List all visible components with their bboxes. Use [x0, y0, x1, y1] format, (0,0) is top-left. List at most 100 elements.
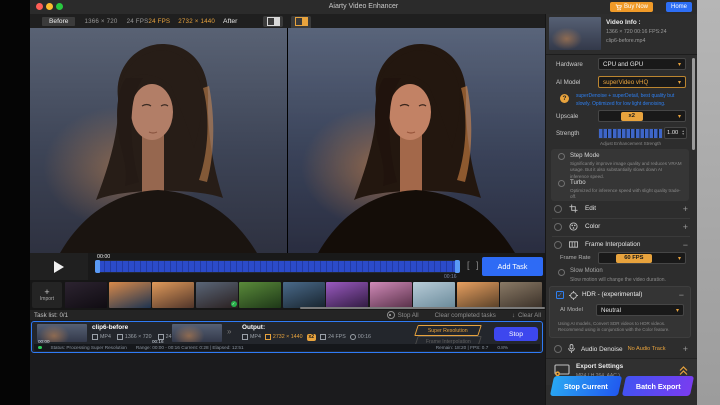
ai-model-select[interactable]: superVideo vHQ ▾ — [598, 76, 686, 88]
hardware-select[interactable]: CPU and GPU ▾ — [598, 58, 686, 70]
import-thumbnail-city-dusk[interactable] — [65, 282, 107, 308]
mark-in-bracket-icon[interactable]: [ — [467, 260, 470, 270]
import-strip: + Import ✓ — [30, 280, 545, 310]
expand-plus-icon[interactable]: + — [683, 205, 688, 213]
chevron-down-icon: ▾ — [678, 113, 681, 120]
help-icon[interactable]: ? — [560, 94, 569, 103]
task-trim-end: 00:16 — [152, 339, 164, 344]
upscale-select[interactable]: x2 ▾ — [598, 110, 686, 122]
step-mode-toggle[interactable] — [558, 153, 565, 160]
desktop-background-right — [697, 0, 720, 405]
slow-motion-toggle[interactable] — [558, 269, 565, 276]
audio-denoise-row[interactable]: Audio Denoise No Audio Track + — [554, 344, 688, 354]
thumbnails-scrollbar[interactable] — [300, 307, 545, 309]
sidebar-scrollbar[interactable] — [692, 58, 695, 150]
edit-checkbox[interactable] — [554, 205, 562, 213]
split-view-toggle[interactable] — [263, 16, 283, 27]
frame-interpolation-checkbox[interactable] — [554, 241, 562, 249]
task-output-badges: MP4 2732 × 1440 x2 24 FPS 00:16 — [242, 334, 371, 341]
hardware-label: Hardware — [556, 61, 583, 68]
edit-feature-row[interactable]: Edit + — [554, 204, 688, 213]
color-feature-row[interactable]: Color + — [554, 222, 688, 231]
microphone-icon — [567, 344, 576, 354]
task-stop-button[interactable]: Stop — [494, 327, 538, 341]
clear-all-button[interactable]: ↓ Clear All — [512, 312, 541, 319]
hardware-value: CPU and GPU — [603, 61, 643, 68]
step-mode-caption: Significantly improve image quality and … — [570, 161, 682, 180]
expand-plus-icon[interactable]: + — [683, 345, 688, 353]
add-task-label: Add Task — [498, 262, 528, 271]
output-duration: 00:16 — [358, 334, 371, 340]
audio-denoise-checkbox[interactable] — [554, 345, 562, 353]
import-thumbnail-beach-sky[interactable] — [413, 282, 455, 308]
trim-handle-left[interactable] — [95, 260, 100, 273]
turbo-toggle[interactable] — [558, 180, 565, 187]
hdr-ai-model-label: AI Model — [560, 307, 583, 313]
frame-rate-select[interactable]: 60 FPS ▾ — [598, 252, 686, 264]
cart-icon — [615, 4, 622, 11]
batch-export-label: Batch Export — [636, 382, 681, 391]
after-fps: 24 FPS — [148, 18, 170, 25]
import-thumbnail-green-plants[interactable] — [239, 282, 281, 308]
import-thumbnail-sunset-pier[interactable] — [457, 282, 499, 308]
task-row[interactable]: 00:00 clip6-before MP4 1366 × 720 24 FPS… — [31, 321, 543, 353]
desktop-background-left — [0, 0, 30, 405]
import-thumbnail-purple-flower[interactable] — [326, 282, 368, 308]
stop-current-button[interactable]: Stop Current — [550, 376, 622, 396]
before-tab[interactable]: Before — [42, 17, 75, 26]
import-thumbnail-portrait-dusk[interactable]: ✓ — [196, 282, 238, 308]
resolution-icon — [265, 334, 271, 340]
hdr-icon — [569, 291, 578, 300]
buy-now-button[interactable]: Buy Now — [610, 2, 653, 12]
compare-bar: Before 1366 × 720 24 FPS 24 FPS 2732 × 1… — [30, 14, 545, 29]
audio-denoise-label: Audio Denoise — [581, 346, 623, 353]
task-list-count: Task list: 0/1 — [34, 312, 68, 319]
hdr-checkbox[interactable]: ✓ — [556, 291, 564, 299]
scale-badge: x2 — [307, 334, 317, 341]
video-panel-before[interactable] — [30, 28, 287, 253]
window-title: Aiarty Video Enhancer — [30, 3, 697, 10]
import-button[interactable]: + Import — [32, 282, 62, 308]
export-settings-title: Export Settings — [576, 363, 623, 370]
task-preview-thumbnail — [172, 324, 222, 342]
double-chevron-up-icon[interactable] — [679, 366, 688, 376]
turbo-label: Turbo — [570, 179, 586, 186]
collapse-minus-icon[interactable]: − — [683, 241, 688, 249]
frame-rate-label: Frame Rate — [560, 255, 591, 261]
task-list-header: Task list: 0/1 Stop All Clear completed … — [30, 310, 545, 320]
strength-slider[interactable] — [598, 128, 663, 139]
frame-interpolation-row[interactable]: Frame Interpolation − — [554, 240, 688, 249]
mark-out-bracket-icon[interactable]: ] — [476, 260, 479, 270]
stop-all-button[interactable]: Stop All — [387, 311, 419, 319]
output-label: Output: — [242, 324, 265, 331]
import-thumbnail-pink-flower[interactable] — [370, 282, 412, 308]
hdr-ai-model-select[interactable]: Neutral ▾ — [596, 304, 684, 316]
expand-plus-icon[interactable]: + — [683, 223, 688, 231]
home-button[interactable]: Home — [666, 2, 692, 12]
video-panel-after[interactable] — [288, 28, 545, 253]
ai-model-help-text: superDenoise + superDetail, best quality… — [576, 93, 688, 108]
color-palette-icon — [569, 222, 578, 231]
add-task-button[interactable]: Add Task — [482, 257, 543, 276]
strength-stepper[interactable]: ▴ ▾ — [682, 130, 684, 137]
import-thumbnail-lake-dusk[interactable] — [283, 282, 325, 308]
stop-current-label: Stop Current — [564, 382, 608, 391]
collapse-minus-icon[interactable]: − — [679, 291, 684, 299]
timeline[interactable] — [95, 260, 460, 273]
import-label: Import — [40, 296, 54, 302]
import-thumbnail-mountain-lake-sunset[interactable] — [109, 282, 151, 308]
batch-export-button[interactable]: Batch Export — [622, 376, 694, 396]
clear-completed-button[interactable]: Clear completed tasks — [435, 312, 496, 319]
slow-motion-caption: Slow motion will change the video durati… — [570, 277, 666, 284]
split-view-icon — [267, 17, 280, 26]
play-button[interactable] — [30, 253, 88, 280]
strength-value-box[interactable]: 1.00 ▴ ▾ — [664, 127, 687, 139]
task-input-badges: MP4 1366 × 720 24 FPS — [92, 334, 183, 340]
import-thumbnail-sunset-clouds[interactable] — [152, 282, 194, 308]
trim-handle-right[interactable] — [455, 260, 460, 273]
upscale-value: x2 — [621, 112, 643, 121]
color-checkbox[interactable] — [554, 223, 562, 231]
output-format: MP4 — [250, 334, 261, 340]
strength-label: Strength — [556, 130, 579, 137]
import-thumbnail-portrait-man[interactable] — [500, 282, 542, 308]
